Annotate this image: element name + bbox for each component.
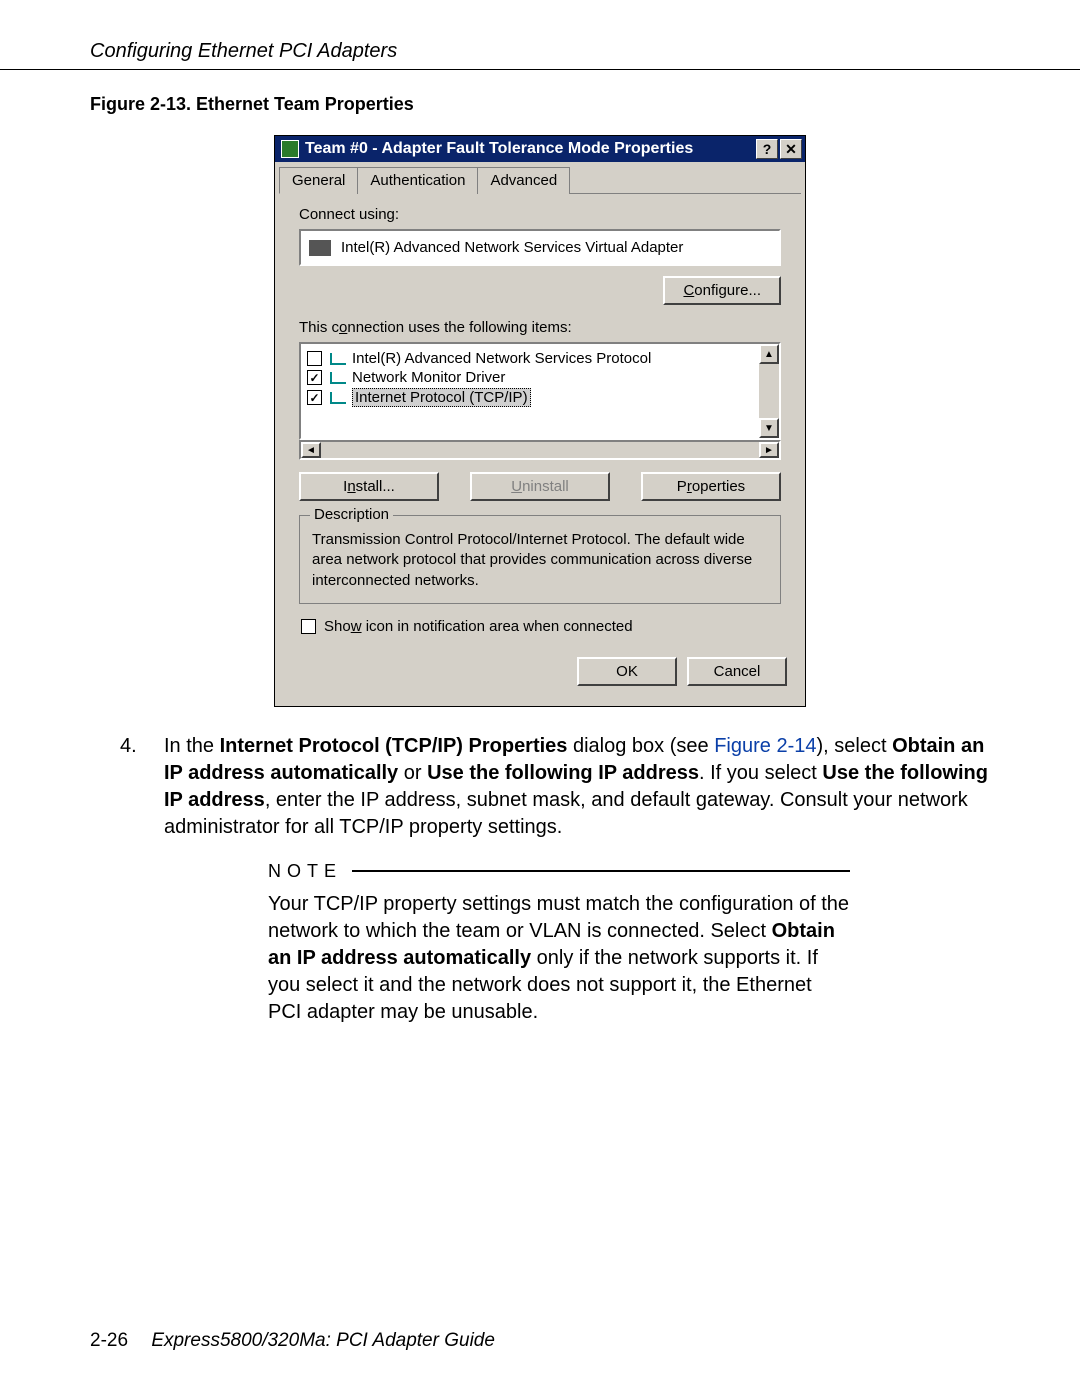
- install-button[interactable]: Install...: [299, 472, 439, 501]
- checkbox-icon[interactable]: [301, 619, 316, 634]
- help-button[interactable]: ?: [756, 139, 778, 159]
- titlebar: Team #0 - Adapter Fault Tolerance Mode P…: [275, 136, 805, 162]
- show-icon-label: Show icon in notification area when conn…: [324, 618, 633, 635]
- adapter-field: Intel(R) Advanced Network Services Virtu…: [299, 229, 781, 266]
- items-listbox[interactable]: Intel(R) Advanced Network Services Proto…: [299, 342, 781, 440]
- close-button[interactable]: ✕: [780, 139, 802, 159]
- adapter-name: Intel(R) Advanced Network Services Virtu…: [341, 239, 683, 256]
- tab-strip: General Authentication Advanced: [279, 166, 801, 194]
- note-heading: NOTE: [268, 859, 342, 883]
- ok-button[interactable]: OK: [577, 657, 677, 686]
- note-body: Your TCP/IP property settings must match…: [268, 891, 850, 1026]
- step-4: 4. In the Internet Protocol (TCP/IP) Pro…: [0, 733, 1080, 841]
- note-block: NOTE Your TCP/IP property settings must …: [268, 859, 1080, 1026]
- item-label-selected: Internet Protocol (TCP/IP): [352, 388, 531, 407]
- list-item[interactable]: Network Monitor Driver: [307, 369, 773, 386]
- connect-using-label: Connect using:: [299, 206, 781, 223]
- note-rule: [352, 870, 850, 872]
- list-item[interactable]: Intel(R) Advanced Network Services Proto…: [307, 350, 773, 367]
- description-text: Transmission Control Protocol/Internet P…: [312, 530, 768, 591]
- item-label: Network Monitor Driver: [352, 369, 505, 386]
- horizontal-scrollbar[interactable]: ◄ ►: [299, 440, 781, 460]
- dialog-screenshot: Team #0 - Adapter Fault Tolerance Mode P…: [0, 135, 1080, 707]
- tab-advanced[interactable]: Advanced: [477, 167, 570, 194]
- nic-icon: [309, 240, 331, 256]
- protocol-icon: [330, 372, 346, 384]
- running-head: Configuring Ethernet PCI Adapters: [0, 0, 1080, 70]
- show-icon-row[interactable]: Show icon in notification area when conn…: [301, 618, 781, 635]
- list-item[interactable]: Internet Protocol (TCP/IP): [307, 388, 773, 407]
- items-label: This connection uses the following items…: [299, 319, 781, 336]
- scroll-down-icon[interactable]: ▼: [759, 418, 779, 438]
- tab-general[interactable]: General: [279, 167, 358, 194]
- checkbox-icon[interactable]: [307, 390, 322, 405]
- scroll-left-icon[interactable]: ◄: [301, 442, 321, 458]
- vertical-scrollbar[interactable]: ▲ ▼: [759, 344, 779, 438]
- uninstall-button: Uninstall: [470, 472, 610, 501]
- checkbox-icon[interactable]: [307, 370, 322, 385]
- window-sys-icon: [281, 140, 299, 158]
- step-number: 4.: [120, 733, 164, 841]
- description-title: Description: [310, 506, 393, 523]
- tab-authentication[interactable]: Authentication: [357, 167, 478, 194]
- checkbox-icon[interactable]: [307, 351, 322, 366]
- figure-link[interactable]: Figure 2-14: [714, 735, 816, 757]
- page-footer: 2-26 Express5800/320Ma: PCI Adapter Guid…: [90, 1330, 495, 1352]
- book-title: Express5800/320Ma: PCI Adapter Guide: [151, 1330, 495, 1351]
- item-label: Intel(R) Advanced Network Services Proto…: [352, 350, 651, 367]
- figure-caption: Figure 2-13. Ethernet Team Properties: [0, 94, 1080, 115]
- step-text: In the Internet Protocol (TCP/IP) Proper…: [164, 733, 990, 841]
- properties-button[interactable]: Properties: [641, 472, 781, 501]
- window-title: Team #0 - Adapter Fault Tolerance Mode P…: [305, 140, 754, 158]
- configure-button[interactable]: Configure...: [663, 276, 781, 305]
- cancel-button[interactable]: Cancel: [687, 657, 787, 686]
- protocol-icon: [330, 353, 346, 365]
- scroll-up-icon[interactable]: ▲: [759, 344, 779, 364]
- page-number: 2-26: [90, 1330, 128, 1351]
- protocol-icon: [330, 392, 346, 404]
- scroll-right-icon[interactable]: ►: [759, 442, 779, 458]
- description-group: Description Transmission Control Protoco…: [299, 515, 781, 604]
